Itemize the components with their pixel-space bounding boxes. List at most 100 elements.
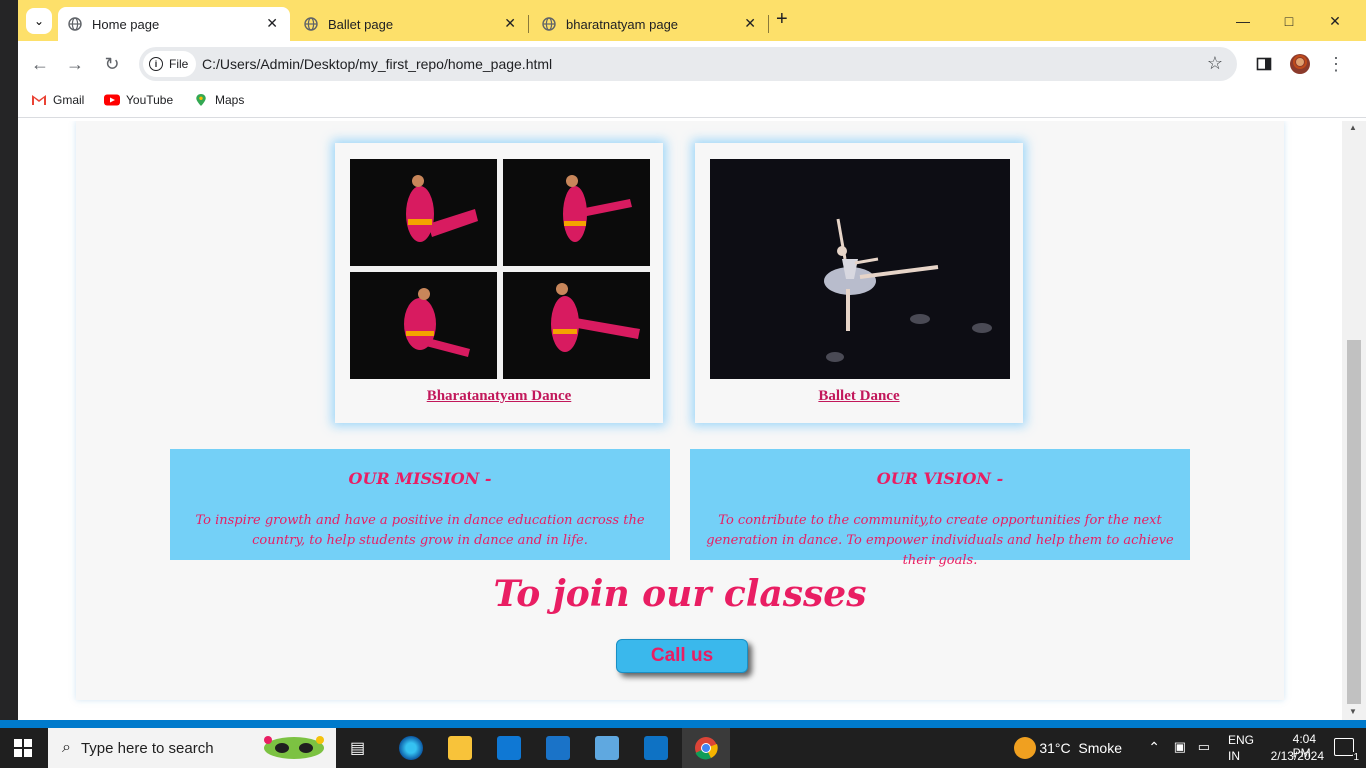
gmail-icon — [32, 95, 46, 105]
edge-icon[interactable] — [399, 736, 423, 760]
scrollbar-thumb[interactable] — [1347, 340, 1361, 704]
network-icon[interactable]: ▣ — [1174, 739, 1186, 755]
tab-ballet-page[interactable]: Ballet page ✕ — [294, 7, 529, 41]
windows-taskbar: ⌕ Type here to search ▤ 31°C Smoke ⌃ ▣ ▭… — [0, 728, 1366, 768]
browser-window: ⌄ Home page ✕ Ballet page ✕ bharatnatyam… — [18, 0, 1366, 720]
notifications-icon[interactable]: 1 — [1334, 738, 1359, 763]
reload-button[interactable]: ↻ — [101, 53, 123, 75]
bookmark-label: YouTube — [126, 93, 174, 107]
bharatanatyam-card: Bharatanatyam Dance — [335, 143, 663, 423]
close-tab-icon[interactable]: ✕ — [504, 15, 516, 32]
show-hidden-icons-icon[interactable]: ⌃ — [1148, 739, 1160, 756]
scroll-down-arrow-icon[interactable]: ▼ — [1349, 707, 1357, 716]
address-bar[interactable]: i File C:/Users/Admin/Desktop/my_first_r… — [139, 47, 1237, 81]
avatar — [1290, 54, 1310, 74]
call-us-button[interactable]: Call us — [616, 639, 748, 673]
close-tab-icon[interactable]: ✕ — [744, 15, 756, 32]
tab-separator — [768, 15, 769, 33]
arrow-right-icon: → — [66, 53, 84, 74]
vision-title: OUR VISION - — [876, 469, 1004, 488]
taskbar-chrome-active[interactable] — [682, 728, 730, 768]
mail-icon[interactable] — [546, 736, 570, 760]
bookmark-maps[interactable]: Maps — [193, 93, 244, 107]
mission-box: OUR MISSION - To inspire growth and have… — [170, 449, 670, 560]
bookmarks-bar: Gmail YouTube Maps — [18, 87, 1366, 118]
side-panel-button[interactable] — [1253, 53, 1275, 75]
back-button[interactable]: ← — [29, 53, 51, 75]
mission-title: OUR MISSION - — [348, 469, 492, 488]
globe-icon — [68, 17, 82, 31]
weather-icon[interactable] — [1014, 737, 1036, 759]
vision-box: OUR VISION - To contribute to the commun… — [690, 449, 1190, 568]
arrow-left-icon: ← — [31, 53, 49, 74]
ballet-photo[interactable] — [710, 159, 1010, 379]
weather-text[interactable]: 31°C Smoke — [1039, 740, 1122, 756]
dancer-collage-image — [350, 159, 650, 379]
bookmark-label: Gmail — [53, 93, 85, 107]
bookmark-label: Maps — [215, 93, 245, 107]
taskbar-search-box[interactable]: ⌕ Type here to search — [48, 728, 336, 768]
search-icon: ⌕ — [62, 739, 71, 756]
url-text[interactable]: C:/Users/Admin/Desktop/my_first_repo/hom… — [202, 56, 552, 72]
notification-count: 1 — [1353, 752, 1359, 763]
maximize-button[interactable]: □ — [1266, 8, 1312, 34]
forward-button[interactable]: → — [64, 53, 86, 75]
bookmark-youtube[interactable]: YouTube — [104, 93, 173, 107]
tab-title: bharatnatyam page — [566, 16, 679, 32]
tab-home-page[interactable]: Home page ✕ — [58, 7, 290, 41]
scroll-up-arrow-icon[interactable]: ▲ — [1349, 123, 1357, 132]
remote-desktop-icon[interactable] — [595, 736, 619, 760]
bharatanatyam-photo-collage[interactable] — [350, 159, 650, 379]
chevron-down-icon: ⌄ — [33, 14, 45, 28]
site-info-chip[interactable]: i File — [143, 51, 197, 77]
side-panel-icon — [1256, 57, 1272, 71]
scheme-label: File — [169, 57, 189, 71]
vision-text: To contribute to the community,to create… — [706, 513, 1174, 568]
page-scrollbar[interactable]: ▲ ▼ — [1342, 121, 1366, 720]
chrome-menu-button[interactable]: ⋮ — [1325, 53, 1347, 75]
page-viewport: Bharatanatyam Dance Ballet Dance OUR MIS… — [18, 121, 1342, 720]
tab-title: Ballet page — [328, 16, 394, 32]
tab-search-button[interactable]: ⌄ — [26, 8, 52, 34]
language-indicator[interactable]: ENG — [1228, 733, 1254, 747]
background-editor-strip — [0, 0, 18, 720]
microsoft-store-icon[interactable] — [497, 736, 521, 760]
bookmark-star-icon[interactable]: ☆ — [1207, 53, 1223, 74]
browser-toolbar: ← → ↻ i File C:/Users/Admin/Desktop/my_f… — [18, 41, 1366, 87]
info-icon: i — [149, 57, 163, 71]
search-placeholder: Type here to search — [80, 739, 214, 757]
profile-avatar[interactable] — [1289, 53, 1311, 75]
reload-icon: ↻ — [104, 53, 120, 74]
vscode-icon[interactable] — [644, 736, 668, 760]
region-indicator[interactable]: IN — [1228, 749, 1240, 763]
close-icon: ✕ — [1329, 12, 1341, 29]
maximize-icon: □ — [1284, 13, 1294, 29]
plus-icon: + — [776, 8, 788, 30]
more-vertical-icon: ⋮ — [1327, 53, 1345, 74]
task-view-icon[interactable]: ▤ — [350, 738, 365, 758]
chrome-icon — [695, 737, 718, 760]
close-tab-icon[interactable]: ✕ — [266, 15, 278, 32]
tab-title: Home page — [92, 16, 160, 32]
minimize-button[interactable]: — — [1220, 8, 1266, 34]
ballet-link[interactable]: Ballet Dance — [695, 388, 1023, 405]
carnival-mask-icon — [264, 736, 324, 759]
bharatanatyam-link[interactable]: Bharatanatyam Dance — [335, 388, 663, 405]
youtube-icon — [104, 94, 120, 106]
bookmark-gmail[interactable]: Gmail — [31, 93, 84, 107]
battery-icon[interactable]: ▭ — [1198, 739, 1210, 755]
file-explorer-icon[interactable] — [448, 736, 472, 760]
maps-icon — [196, 94, 206, 106]
mission-text: To inspire growth and have a positive in… — [195, 513, 645, 548]
tab-bharatnatyam-page[interactable]: bharatnatyam page ✕ — [532, 7, 769, 41]
clock-date[interactable]: 2/13/2024 — [1271, 749, 1324, 763]
ballet-dancer-image — [710, 159, 1010, 379]
background-editor-statusbar — [0, 720, 1366, 728]
close-window-button[interactable]: ✕ — [1312, 8, 1358, 34]
new-tab-button[interactable]: + — [776, 8, 796, 32]
minimize-icon: — — [1236, 13, 1250, 29]
tab-strip: ⌄ Home page ✕ Ballet page ✕ bharatnatyam… — [18, 0, 1366, 41]
start-button[interactable] — [14, 739, 32, 762]
globe-icon — [304, 17, 318, 31]
ballet-card: Ballet Dance — [695, 143, 1023, 423]
